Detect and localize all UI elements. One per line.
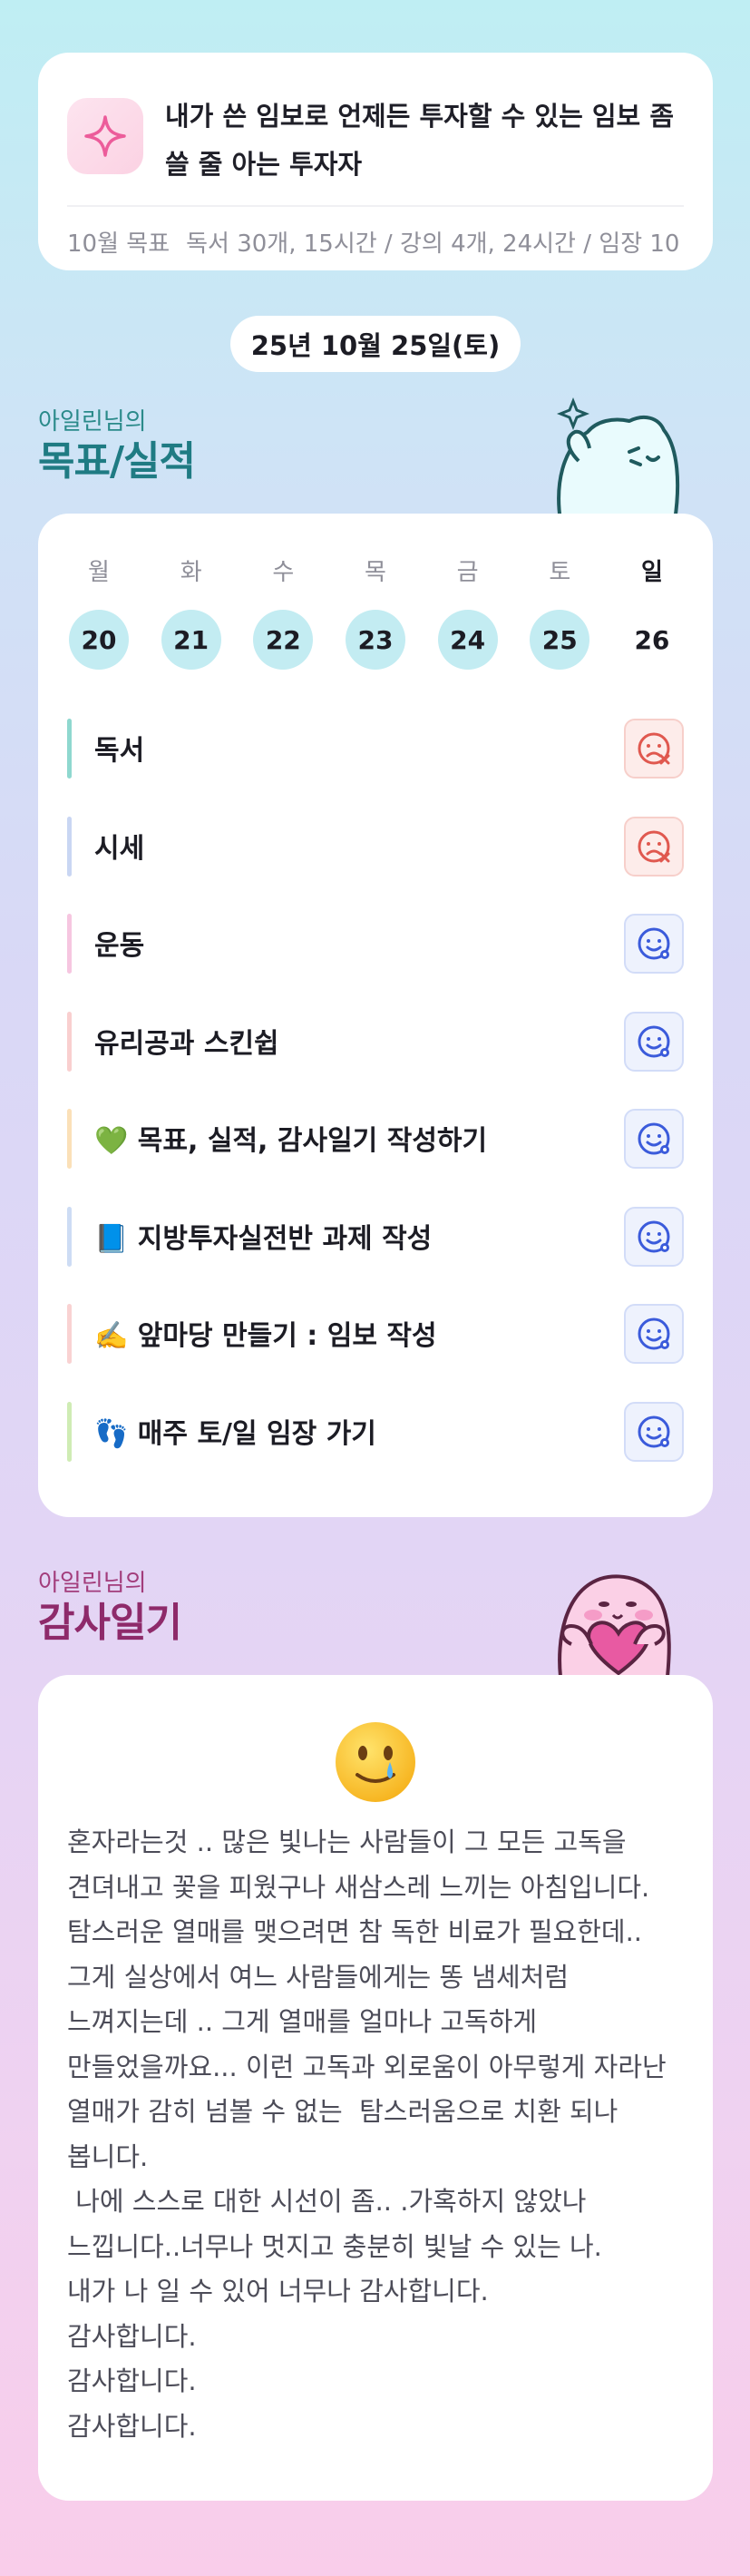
week-day-column[interactable]: 목 23: [345, 553, 405, 670]
task-color-bar: [67, 719, 72, 779]
mascot-ghost-illustration: [556, 397, 680, 521]
task-label: 운동: [94, 930, 145, 962]
weekday-label: 수: [272, 559, 295, 586]
weekday-label: 목: [365, 559, 386, 586]
task-label: 👣 매주 토/일 임장 가기: [94, 1417, 376, 1450]
smile-face-done-icon[interactable]: [624, 1011, 684, 1072]
smile-face-done-icon[interactable]: [624, 1401, 684, 1462]
task-color-bar: [67, 1304, 72, 1364]
goal-card[interactable]: 내가 쓴 임보로 언제든 투자할 수 있는 임보 좀 쓸 줄 아는 투자자 10…: [38, 53, 713, 270]
week-date-number[interactable]: 20: [69, 610, 129, 670]
goal-title: 내가 쓴 임보로 언제든 투자할 수 있는 임보 좀 쓸 줄 아는 투자자: [165, 101, 675, 180]
sparkle-icon: [67, 98, 143, 174]
date-selector[interactable]: 25년 10월 25일(토): [230, 316, 521, 372]
task-color-bar: [67, 914, 72, 974]
weekday-label: 일: [640, 559, 663, 586]
task-row[interactable]: 시세: [67, 800, 684, 898]
task-row[interactable]: 유리공과 스킨쉽: [67, 995, 684, 1093]
divider: [67, 205, 684, 207]
goal-tracker-card: 월 20 화 21 수 22 목 23 금 24 토 25 일 26 독서시세운동유리공과 스킨쉽 💚 목표…: [38, 514, 713, 1517]
smile-face-done-icon[interactable]: [624, 1304, 684, 1364]
week-day-column[interactable]: 일 26: [622, 553, 682, 670]
weekday-label: 월: [88, 559, 110, 586]
smile-face-done-icon[interactable]: [624, 914, 684, 974]
weekday-label: 금: [456, 559, 479, 586]
week-date-number[interactable]: 22: [253, 610, 314, 670]
task-color-bar: [67, 1109, 72, 1169]
mascot-heart-illustration: [558, 1574, 671, 1677]
task-color-bar: [67, 1206, 72, 1267]
task-label: 독서: [94, 735, 145, 767]
diary-text: 혼자라는것 .. 많은 빛나는 사람들이 그 모든 고독을 견뎌내고 꽃을 피웠…: [67, 1827, 667, 2442]
week-day-column[interactable]: 월 20: [69, 553, 129, 670]
gratitude-diary-card: 혼자라는것 .. 많은 빛나는 사람들이 그 모든 고독을 견뎌내고 꽃을 피웠…: [38, 1675, 713, 2501]
task-row[interactable]: 운동: [67, 897, 684, 995]
task-label: 유리공과 스킨쉽: [94, 1027, 279, 1060]
week-day-column[interactable]: 수 22: [253, 553, 314, 670]
task-list: 독서시세운동유리공과 스킨쉽 💚 목표, 실적, 감사일기 작성하기 📘 지방투자실…: [67, 702, 684, 1483]
week-date-number[interactable]: 25: [530, 610, 590, 670]
monthly-target-value: 독서 30개, 15시간 / 강의 4개, 24시간 / 임장 10: [186, 230, 680, 258]
smile-face-done-icon[interactable]: [624, 1109, 684, 1169]
diary-mood-emoji: [330, 1717, 421, 1807]
week-calendar: 월 20 화 21 수 22 목 23 금 24 토 25 일 26: [67, 553, 684, 670]
task-label: 📘 지방투자실전반 과제 작성: [94, 1222, 433, 1255]
task-label: ✍️ 앞마당 만들기 : 임보 작성: [94, 1320, 437, 1352]
monthly-target: 10월 목표 독서 30개, 15시간 / 강의 4개, 24시간 / 임장 10: [67, 225, 693, 259]
task-color-bar: [67, 1401, 72, 1462]
task-color-bar: [67, 816, 72, 877]
week-date-number[interactable]: 26: [622, 610, 682, 670]
task-row[interactable]: ✍️ 앞마당 만들기 : 임보 작성: [67, 1288, 684, 1386]
week-date-number[interactable]: 24: [437, 610, 498, 670]
task-label: 시세: [94, 832, 145, 865]
task-row[interactable]: 독서: [67, 702, 684, 800]
task-row[interactable]: 📘 지방투자실전반 과제 작성: [67, 1190, 684, 1288]
task-label: 💚 목표, 실적, 감사일기 작성하기: [94, 1125, 488, 1157]
week-date-number[interactable]: 21: [161, 610, 221, 670]
week-date-number[interactable]: 23: [345, 610, 405, 670]
sad-face-fail-icon[interactable]: [624, 719, 684, 779]
task-row[interactable]: 💚 목표, 실적, 감사일기 작성하기: [67, 1092, 684, 1190]
task-color-bar: [67, 1011, 72, 1072]
week-day-column[interactable]: 화 21: [161, 553, 221, 670]
weekday-label: 화: [180, 559, 202, 586]
week-day-column[interactable]: 토 25: [530, 553, 590, 670]
sad-face-fail-icon[interactable]: [624, 816, 684, 877]
diary-section-title: 감사일기: [38, 1600, 182, 1646]
smile-face-done-icon[interactable]: [624, 1206, 684, 1267]
weekday-label: 토: [549, 559, 571, 586]
monthly-target-label: 10월 목표: [67, 230, 170, 258]
task-row[interactable]: 👣 매주 토/일 임장 가기: [67, 1386, 684, 1484]
goals-section-title: 목표/실적: [38, 438, 196, 485]
week-day-column[interactable]: 금 24: [437, 553, 498, 670]
